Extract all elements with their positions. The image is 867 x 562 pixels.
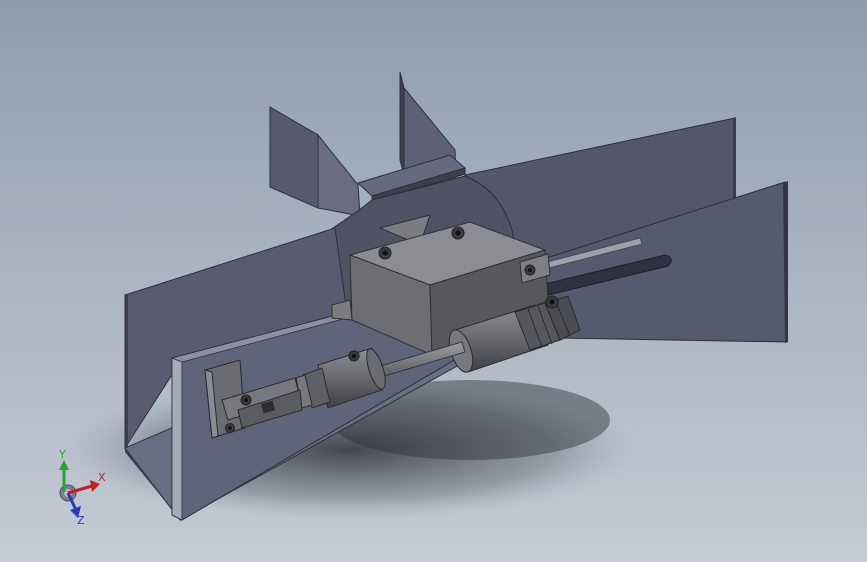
triad-z-label: Z	[77, 514, 85, 527]
triad-y-label: Y	[58, 448, 66, 461]
coordinate-triad: Y X Z	[46, 448, 116, 528]
cad-model[interactable]	[0, 0, 867, 562]
triad-x-label: X	[98, 471, 106, 484]
graphics-viewport[interactable]: Y X Z	[0, 0, 867, 562]
fin-back-left[interactable]	[269, 106, 361, 217]
